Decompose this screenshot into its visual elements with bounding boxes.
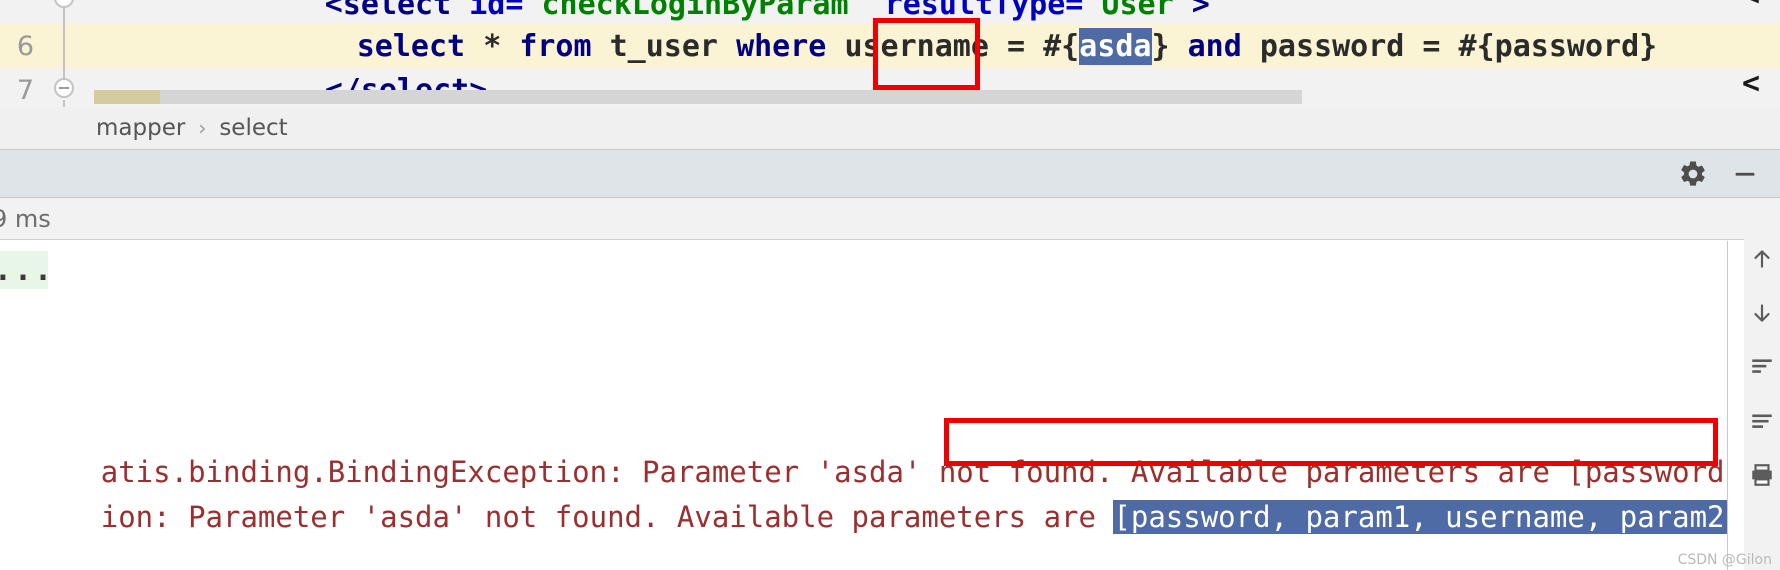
- gear-icon[interactable]: [1676, 157, 1710, 191]
- fold-line: [63, 24, 65, 68]
- error-line-text: ion: Parameter 'asda' not found. Availab…: [100, 500, 1114, 534]
- chevron-left-icon: <: [1742, 0, 1760, 13]
- arrow-down-icon[interactable]: [1747, 298, 1777, 328]
- console-text-area[interactable]: ... atis.binding.BindingException: Param…: [0, 241, 1728, 570]
- chevron-left-icon: <: [1742, 66, 1761, 101]
- line-number: 7: [16, 74, 34, 106]
- code-editor[interactable]: <select id="checkLoginByParam" resultTyp…: [0, 0, 1780, 107]
- fold-collapse-icon[interactable]: [54, 78, 74, 98]
- execution-timing-bar: 9 ms: [0, 198, 1748, 240]
- watermark: CSDN @Gilon: [1677, 552, 1772, 568]
- minimize-icon[interactable]: [1728, 157, 1762, 191]
- fold-line: [63, 100, 65, 107]
- selected-parameters-text[interactable]: [password, param1, username, param2]: [1113, 500, 1727, 534]
- tool-window-actions: [1676, 150, 1772, 198]
- tool-window-header: [0, 150, 1780, 198]
- list-icon[interactable]: [1747, 406, 1777, 436]
- code-fold-shadow: [94, 90, 1302, 104]
- fold-line: [63, 68, 65, 80]
- fold-gutter[interactable]: [42, 0, 150, 28]
- print-icon[interactable]: [1747, 460, 1777, 490]
- breadcrumb: mapper › select: [0, 107, 1780, 150]
- soft-wrap-icon[interactable]: [1747, 352, 1777, 382]
- fold-gutter[interactable]: [42, 24, 150, 68]
- code-fold-shadow-accent: [94, 90, 160, 104]
- console-output-panel[interactable]: 9 ms ... atis.binding.BindingException: …: [0, 198, 1780, 570]
- breadcrumb-item-select[interactable]: select: [219, 115, 287, 141]
- execution-time-label: 9 ms: [0, 204, 51, 233]
- line-number: 6: [16, 30, 34, 62]
- fold-collapse-icon[interactable]: [54, 0, 74, 8]
- breadcrumb-separator-icon: ›: [198, 116, 207, 140]
- error-line: ion: Parameter 'asda' not found. Availab…: [0, 466, 1727, 568]
- arrow-up-icon[interactable]: [1747, 244, 1777, 274]
- collapsed-output-marker[interactable]: ...: [0, 251, 52, 289]
- breadcrumb-item-mapper[interactable]: mapper: [96, 115, 185, 141]
- console-side-toolbar: [1744, 198, 1780, 570]
